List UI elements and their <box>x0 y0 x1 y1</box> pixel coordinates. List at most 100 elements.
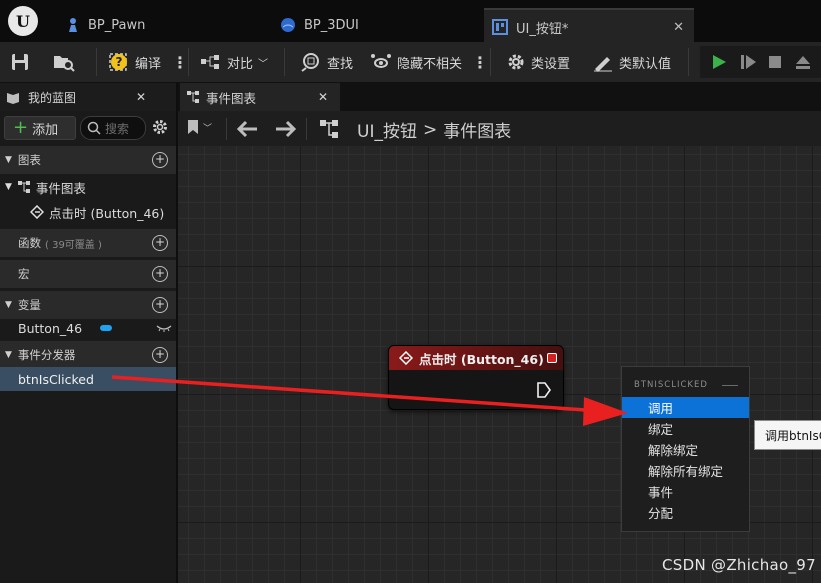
close-icon[interactable]: ✕ <box>136 90 146 104</box>
delegate-pin-icon[interactable] <box>547 353 557 363</box>
browse-folder-icon <box>54 56 75 72</box>
breadcrumb-root[interactable]: UI_按钮 <box>357 117 417 142</box>
stop-button[interactable] <box>767 42 783 82</box>
browse-button[interactable] <box>52 42 76 82</box>
gear-icon[interactable] <box>151 118 169 136</box>
my-blueprint-tab[interactable]: 我的蓝图 ✕ <box>0 83 176 111</box>
tab-bp-pawn[interactable]: BP_Pawn <box>66 8 266 42</box>
menu-item-call[interactable]: 调用 <box>622 397 749 418</box>
menu-item-unbind[interactable]: 解除绑定 <box>622 439 749 460</box>
gear-icon <box>508 54 524 70</box>
section-variables[interactable]: ▼ 变量 + <box>0 291 176 319</box>
save-icon <box>12 54 28 70</box>
find-icon <box>301 53 319 72</box>
tab-label: UI_按钮* <box>516 21 569 37</box>
search-icon <box>87 121 101 135</box>
forward-arrow-icon[interactable] <box>274 119 298 139</box>
menu-item-unbind-all[interactable]: 解除所有绑定 <box>622 460 749 481</box>
step-button[interactable] <box>739 42 757 82</box>
add-variable-icon[interactable]: + <box>152 297 168 313</box>
menu-item-bind[interactable]: 绑定 <box>622 418 749 439</box>
menu-item-label: 解除绑定 <box>648 443 699 458</box>
section-macros[interactable]: 宏 + <box>0 260 176 288</box>
toolbar-divider <box>490 48 491 76</box>
compile-button[interactable]: ? 编译 <box>108 42 161 82</box>
menu-item-assign[interactable]: 分配 <box>622 502 749 523</box>
graph-tab-bar: 事件图表 ✕ <box>178 83 821 111</box>
tab-event-graph[interactable]: 事件图表 ✕ <box>180 83 340 111</box>
class-defaults-button[interactable]: 类默认值 <box>592 42 671 82</box>
event-graph-icon <box>17 181 30 193</box>
tooltip-text: 调用btnIsClicked <box>765 428 821 443</box>
compile-options-icon[interactable]: ⋮ <box>172 42 188 82</box>
node-title: 点击时 (Button_46) <box>419 351 544 367</box>
back-arrow-icon[interactable] <box>235 119 259 139</box>
menu-item-label: 解除所有绑定 <box>648 464 724 479</box>
section-functions[interactable]: 函数 ( 39可覆盖 ) + <box>0 229 176 257</box>
hide-unrelated-icon <box>371 54 391 68</box>
breadcrumb-current[interactable]: 事件图表 <box>443 117 511 142</box>
overridable-count: ( 39可覆盖 ) <box>45 239 102 251</box>
event-diamond-icon <box>30 205 44 219</box>
variable-item-button-46[interactable]: Button_46 <box>0 316 176 340</box>
class-settings-label: 类设置 <box>531 56 571 72</box>
exec-output-pin-icon[interactable] <box>536 381 552 399</box>
toolbar-divider <box>188 48 189 76</box>
tab-label: BP_Pawn <box>88 17 146 33</box>
add-function-icon[interactable]: + <box>152 235 168 251</box>
compile-warning-icon: ? <box>109 53 127 71</box>
add-macro-icon[interactable]: + <box>152 266 168 282</box>
tab-bp-3dui[interactable]: BP_3DUI <box>280 8 480 42</box>
toolbar-divider <box>96 48 97 76</box>
collapse-arrow-icon: ▼ <box>5 300 12 310</box>
diff-button[interactable]: 对比 ﹀ <box>200 42 268 82</box>
add-graph-icon[interactable]: + <box>152 152 168 168</box>
class-defaults-icon <box>594 57 612 72</box>
save-button[interactable] <box>10 42 30 82</box>
tab-ui-button[interactable]: UI_按钮* ✕ <box>484 8 694 44</box>
diff-label: 对比 <box>227 56 254 72</box>
unreal-logo-icon[interactable]: U <box>0 0 46 42</box>
book-icon <box>7 93 19 104</box>
play-button[interactable] <box>710 42 728 82</box>
graph-breadcrumb-bar: ﹀ UI_按钮 > 事件图表 <box>178 111 821 146</box>
class-settings-button[interactable]: 类设置 <box>506 42 570 82</box>
event-graph-icon <box>320 120 338 138</box>
pawn-icon <box>69 18 77 32</box>
search-placeholder: 搜索 <box>105 121 130 136</box>
bookmark-button[interactable]: ﹀ <box>186 119 212 135</box>
svg-text:?: ? <box>116 55 123 69</box>
section-graphs[interactable]: ▼ 图表 + <box>0 146 176 174</box>
add-button[interactable]: + 添加 <box>4 116 76 140</box>
find-button[interactable]: 查找 <box>300 42 353 82</box>
dispatcher-item-btnisclicked[interactable]: btnIsClicked <box>0 367 176 391</box>
node-header[interactable]: 点击时 (Button_46) <box>389 346 563 370</box>
tab-label: BP_3DUI <box>304 17 359 33</box>
menu-item-label: 绑定 <box>648 422 674 437</box>
menu-item-event[interactable]: 事件 <box>622 481 749 502</box>
search-input[interactable]: 搜索 <box>80 116 146 140</box>
tree-item-on-clicked[interactable]: 点击时 (Button_46) <box>0 200 176 224</box>
blueprint-toolbar: ? 编译 ⋮ 对比 ﹀ 查找 隐藏不相关 ⋮ 类设置 类默认值 <box>0 42 821 83</box>
tree-item-event-graph[interactable]: ▼ 事件图表 <box>0 175 176 199</box>
compile-label: 编译 <box>135 56 162 72</box>
add-dispatcher-icon[interactable]: + <box>152 347 168 363</box>
menu-tooltip: 调用btnIsClicked <box>754 420 821 450</box>
class-defaults-label: 类默认值 <box>619 56 672 72</box>
eject-button[interactable] <box>794 42 812 82</box>
chevron-down-icon: ﹀ <box>203 123 213 134</box>
toolbar-divider <box>284 48 285 76</box>
close-icon[interactable]: ✕ <box>673 20 684 35</box>
visibility-eye-icon[interactable] <box>156 323 172 333</box>
dispatcher-name: btnIsClicked <box>18 371 94 387</box>
event-node-on-clicked[interactable]: 点击时 (Button_46) <box>388 345 564 410</box>
section-event-dispatchers[interactable]: ▼ 事件分发器 + <box>0 341 176 369</box>
hide-unrelated-button[interactable]: 隐藏不相关 <box>370 42 462 82</box>
collapse-arrow-icon: ▼ <box>5 155 12 165</box>
editor-tab-bar: U BP_Pawn BP_3DUI UI_按钮* ✕ <box>0 0 821 44</box>
close-icon[interactable]: ✕ <box>318 90 328 104</box>
find-options-icon[interactable]: ⋮ <box>472 42 488 82</box>
section-label: 事件分发器 <box>17 348 76 362</box>
chevron-down-icon: ﹀ <box>258 58 269 70</box>
plus-icon: + <box>13 117 29 138</box>
